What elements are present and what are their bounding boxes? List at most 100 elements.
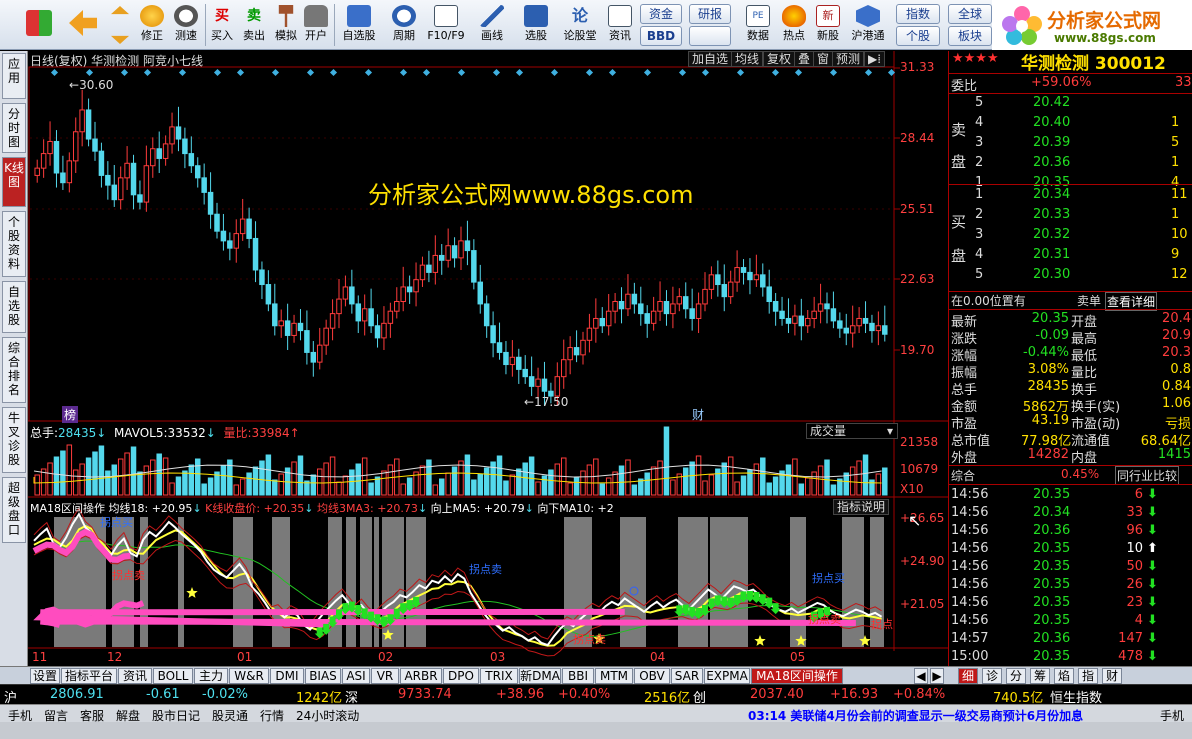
simulate-button[interactable]: 模拟 (272, 2, 300, 48)
sell-price[interactable]: 20.36 (1033, 155, 1070, 170)
buy-price[interactable]: 20.30 (1033, 267, 1070, 282)
indicator-tab[interactable]: 主力 (194, 668, 228, 684)
stock-screen-button[interactable]: 选股 (516, 2, 556, 48)
research-pill[interactable]: 研报 (689, 4, 731, 24)
sell-button[interactable]: 卖卖出 (240, 2, 268, 48)
indicator-tab[interactable]: DPO (443, 668, 479, 684)
candle-body (188, 153, 195, 167)
speedtest-button[interactable]: 测速 (170, 2, 202, 48)
tag-finance[interactable]: 财 (692, 406, 704, 423)
hk-connect-button[interactable]: 沪港通 (848, 2, 888, 48)
global-pill[interactable]: 全球 (948, 4, 992, 24)
candle-body (316, 344, 323, 363)
indicator-tab[interactable]: SAR (671, 668, 703, 684)
indicator-tab[interactable]: BBI (562, 668, 594, 684)
indicator-tab[interactable]: ARBR (400, 668, 442, 684)
volume-bar (631, 484, 638, 496)
sh-change: -0.61 (146, 687, 180, 702)
sell-price[interactable]: 20.40 (1033, 115, 1070, 130)
kline-chart[interactable]: 日线(复权) 华测检测 阿竞小七线 加自选 均线 复权 叠 窗 预测 ▶⁞ 分析… (28, 51, 948, 666)
indicator-tab[interactable]: 设置 (30, 668, 60, 684)
volume-bar (554, 463, 561, 496)
indicator-help-button[interactable]: 指标说明 (833, 499, 890, 515)
ma-button[interactable]: 均线 (731, 51, 764, 67)
indicator-tab[interactable]: VR (371, 668, 399, 684)
indicator-tab[interactable]: OBV (634, 668, 670, 684)
buy-price[interactable]: 20.32 (1033, 227, 1070, 242)
toggle-panel-button[interactable]: ▶⁞ (864, 51, 886, 67)
panel-tab[interactable]: 诊 (982, 668, 1002, 684)
indicator-tab[interactable]: MTM (595, 668, 633, 684)
vtab-kline[interactable]: K线图 (2, 157, 26, 207)
data-button[interactable]: PE 数据 (742, 2, 774, 48)
tag-rank[interactable]: 榜 (62, 406, 79, 423)
tab-scroll-right[interactable]: ▶ (930, 668, 944, 684)
panel-tab[interactable]: 指 (1078, 668, 1098, 684)
panel-tab[interactable]: 财 (1102, 668, 1122, 684)
draw-line-button[interactable]: 画线 (472, 2, 512, 48)
blank-pill[interactable] (689, 26, 731, 46)
volume-bar (182, 470, 188, 496)
f10-button[interactable]: F10/F9 (426, 2, 466, 48)
vtab-diagnose[interactable]: 牛叉诊股 (2, 407, 26, 473)
volume-bar (702, 480, 708, 496)
panel-tab[interactable]: 细 (958, 668, 978, 684)
indicator-tab[interactable]: TRIX (480, 668, 518, 684)
vtab-watchlist[interactable]: 自选股 (2, 281, 26, 333)
indicator-tab[interactable]: ASI (342, 668, 370, 684)
event-diamond-icon (492, 68, 501, 77)
screen-icon (524, 5, 548, 27)
buy-price[interactable]: 20.33 (1033, 207, 1070, 222)
tab-scroll-left[interactable]: ◀ (914, 668, 928, 684)
up-arrow-icon (111, 6, 129, 15)
indicator-tab[interactable]: BOLL (153, 668, 193, 684)
volume-indicator-select[interactable]: 成交量 ▾ (806, 423, 898, 439)
news-button[interactable]: 资讯 (604, 2, 636, 48)
industry-compare-button[interactable]: 同行业比较 (1115, 466, 1180, 485)
volume-bar (682, 467, 689, 496)
panel-tab[interactable]: 焰 (1054, 668, 1074, 684)
watchlist-button[interactable]: 自选股 (338, 2, 380, 48)
adjust-button[interactable]: 复权 (763, 51, 796, 67)
buy-price[interactable]: 20.34 (1033, 187, 1070, 202)
add-watch-button[interactable]: 加自选 (688, 51, 733, 67)
open-account-button[interactable]: 开户 (302, 2, 330, 48)
fix-button[interactable]: 修正 (136, 2, 168, 48)
buy-price[interactable]: 20.31 (1033, 247, 1070, 262)
sell-price[interactable]: 20.42 (1033, 95, 1070, 110)
stock-pill[interactable]: 个股 (896, 26, 940, 46)
panel-tab[interactable]: 筹 (1030, 668, 1050, 684)
overlay-button[interactable]: 叠 (794, 51, 815, 67)
window-button[interactable]: 窗 (813, 51, 834, 67)
forum-button[interactable]: 论论股堂 (560, 2, 600, 48)
vtab-profile[interactable]: 个股资料 (2, 211, 26, 277)
panel-tab[interactable]: 分 (1006, 668, 1026, 684)
candle-body (361, 308, 368, 322)
buy-button[interactable]: 买买入 (208, 2, 236, 48)
indicator-tab[interactable]: DMI (270, 668, 304, 684)
vtab-intraday[interactable]: 分时图 (2, 103, 26, 153)
stock-title: 华测检测 300012 (1021, 54, 1166, 74)
grid-menu-button[interactable] (22, 2, 56, 48)
funds-pill[interactable]: 资金 (640, 4, 682, 24)
ipo-button[interactable]: 新新股 (812, 2, 844, 48)
vtab-apps[interactable]: 应用 (2, 53, 26, 99)
period-button[interactable]: 周期 (384, 2, 424, 48)
indicator-tab[interactable]: EXPMA (704, 668, 750, 684)
sector-pill[interactable]: 板块 (948, 26, 992, 46)
indicator-tab[interactable]: 指标平台 (61, 668, 117, 684)
back-button[interactable] (66, 2, 100, 48)
hot-button[interactable]: 热点 (778, 2, 810, 48)
indicator-tab[interactable]: MA18区间操作 (751, 668, 843, 684)
indicator-tab[interactable]: BIAS (305, 668, 341, 684)
index-pill[interactable]: 指数 (896, 4, 940, 24)
forecast-button[interactable]: 预测 (832, 51, 865, 67)
page-up-down[interactable] (108, 2, 132, 48)
indicator-tab[interactable]: 新DMA (519, 668, 561, 684)
indicator-tab[interactable]: W&R (229, 668, 269, 684)
bbd-pill[interactable]: BBD (640, 26, 682, 46)
vtab-level2[interactable]: 超级盘口 (2, 477, 26, 543)
vtab-ranking[interactable]: 综合排名 (2, 337, 26, 403)
sell-price[interactable]: 20.39 (1033, 135, 1070, 150)
indicator-tab[interactable]: 资讯 (118, 668, 152, 684)
